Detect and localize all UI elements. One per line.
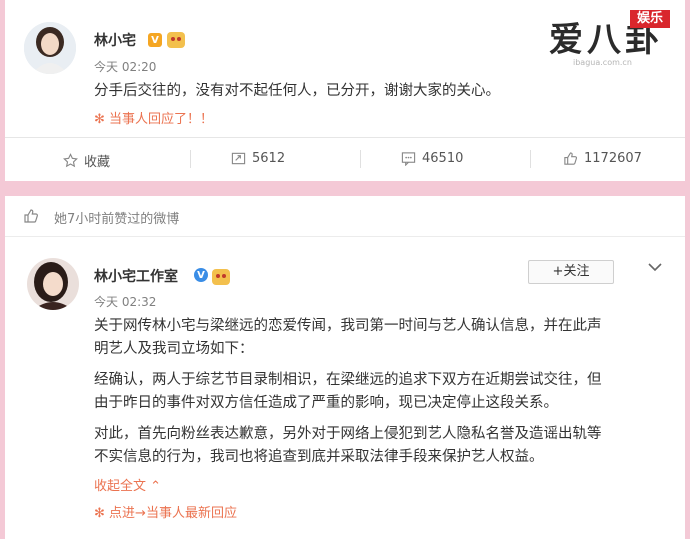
post-content-line: 明艺人及我司立场如下： [94,341,254,357]
action-separator [530,150,531,168]
collapse-link[interactable]: 收起全文 ⌃ [94,475,161,494]
action-divider [5,137,685,138]
action-separator [360,150,361,168]
follow-label: +关注 [552,264,590,279]
watermark-badge: 娱乐 [630,10,670,28]
avatar-image [24,22,76,74]
verified-badge-icon: V [194,268,208,282]
author-name[interactable]: 林小宅工作室 [94,266,178,286]
liked-bar: 她7小时前赞过的微博 [5,196,685,237]
follow-button[interactable]: +关注 [528,260,614,284]
comment-button[interactable]: 46510 [401,151,463,166]
author-avatar[interactable] [24,22,76,74]
repost-icon [231,152,246,165]
thumbs-up-icon [24,209,38,223]
liked-bar-text: 她7小时前赞过的微博 [54,212,180,227]
author-avatar[interactable] [27,258,79,310]
favorite-button[interactable]: 收藏 [63,151,110,170]
membership-icon [167,32,185,48]
comment-count: 46510 [422,151,464,166]
comment-icon [401,152,416,166]
post-content-line: 由于昨日的事件对双方信任造成了严重的影响，现已决定停止这段关系。 [94,395,558,411]
topic-text: 点进→当事人最新回应 [109,506,237,521]
chevron-down-icon[interactable] [647,262,663,272]
favorite-label: 收藏 [84,155,111,170]
membership-icon [212,269,230,285]
watermark-logo: 爱八卦 娱乐 ibagua.com.cn [549,8,687,68]
post-content: 分手后交往的，没有对不起任何人，已分开，谢谢大家的关心。 [94,83,500,99]
watermark-url: ibagua.com.cn [573,58,632,67]
topic-link[interactable]: ✻ 点进→当事人最新回应 [94,502,237,521]
like-count: 1172607 [584,151,642,166]
repost-button[interactable]: 5612 [231,151,285,166]
post-content-line: 不实信息的行为，我司也将追查到底并采取法律手段来保护艺人权益。 [94,449,544,465]
weibo-post-card-2: 她7小时前赞过的微博 林小宅工作室 V +关注 今天 02:32 关于网传林小宅… [5,196,685,539]
topic-text: 当事人回应了！！ [109,112,214,127]
verified-badge-icon: V [148,33,162,47]
chevron-up-icon: ⌃ [150,479,162,494]
post-content-line: 经确认，两人于综艺节目录制相识，在梁继远的追求下双方在近期尝试交往，但 [94,372,602,388]
repost-count: 5612 [252,151,286,166]
star-icon [63,153,78,168]
action-separator [190,150,191,168]
post-time[interactable]: 今天 02:20 [94,58,156,75]
collapse-label: 收起全文 [94,479,147,494]
topic-icon: ✻ [94,506,105,521]
post-content-line: 对此，首先向粉丝表达歉意，另外对于网络上侵犯到艺人隐私名誉及造谣出轨等 [94,426,602,442]
post-content-line: 关于网传林小宅与梁继远的恋爱传闻，我司第一时间与艺人确认信息，并在此声 [94,318,602,334]
author-name[interactable]: 林小宅 [94,30,136,50]
post-time[interactable]: 今天 02:32 [94,293,156,310]
like-button[interactable]: 1172607 [563,151,642,166]
avatar-image [27,258,79,310]
topic-link[interactable]: ✻ 当事人回应了！！ [94,108,213,127]
thumbs-up-icon [564,152,578,165]
topic-icon: ✻ [94,112,105,127]
